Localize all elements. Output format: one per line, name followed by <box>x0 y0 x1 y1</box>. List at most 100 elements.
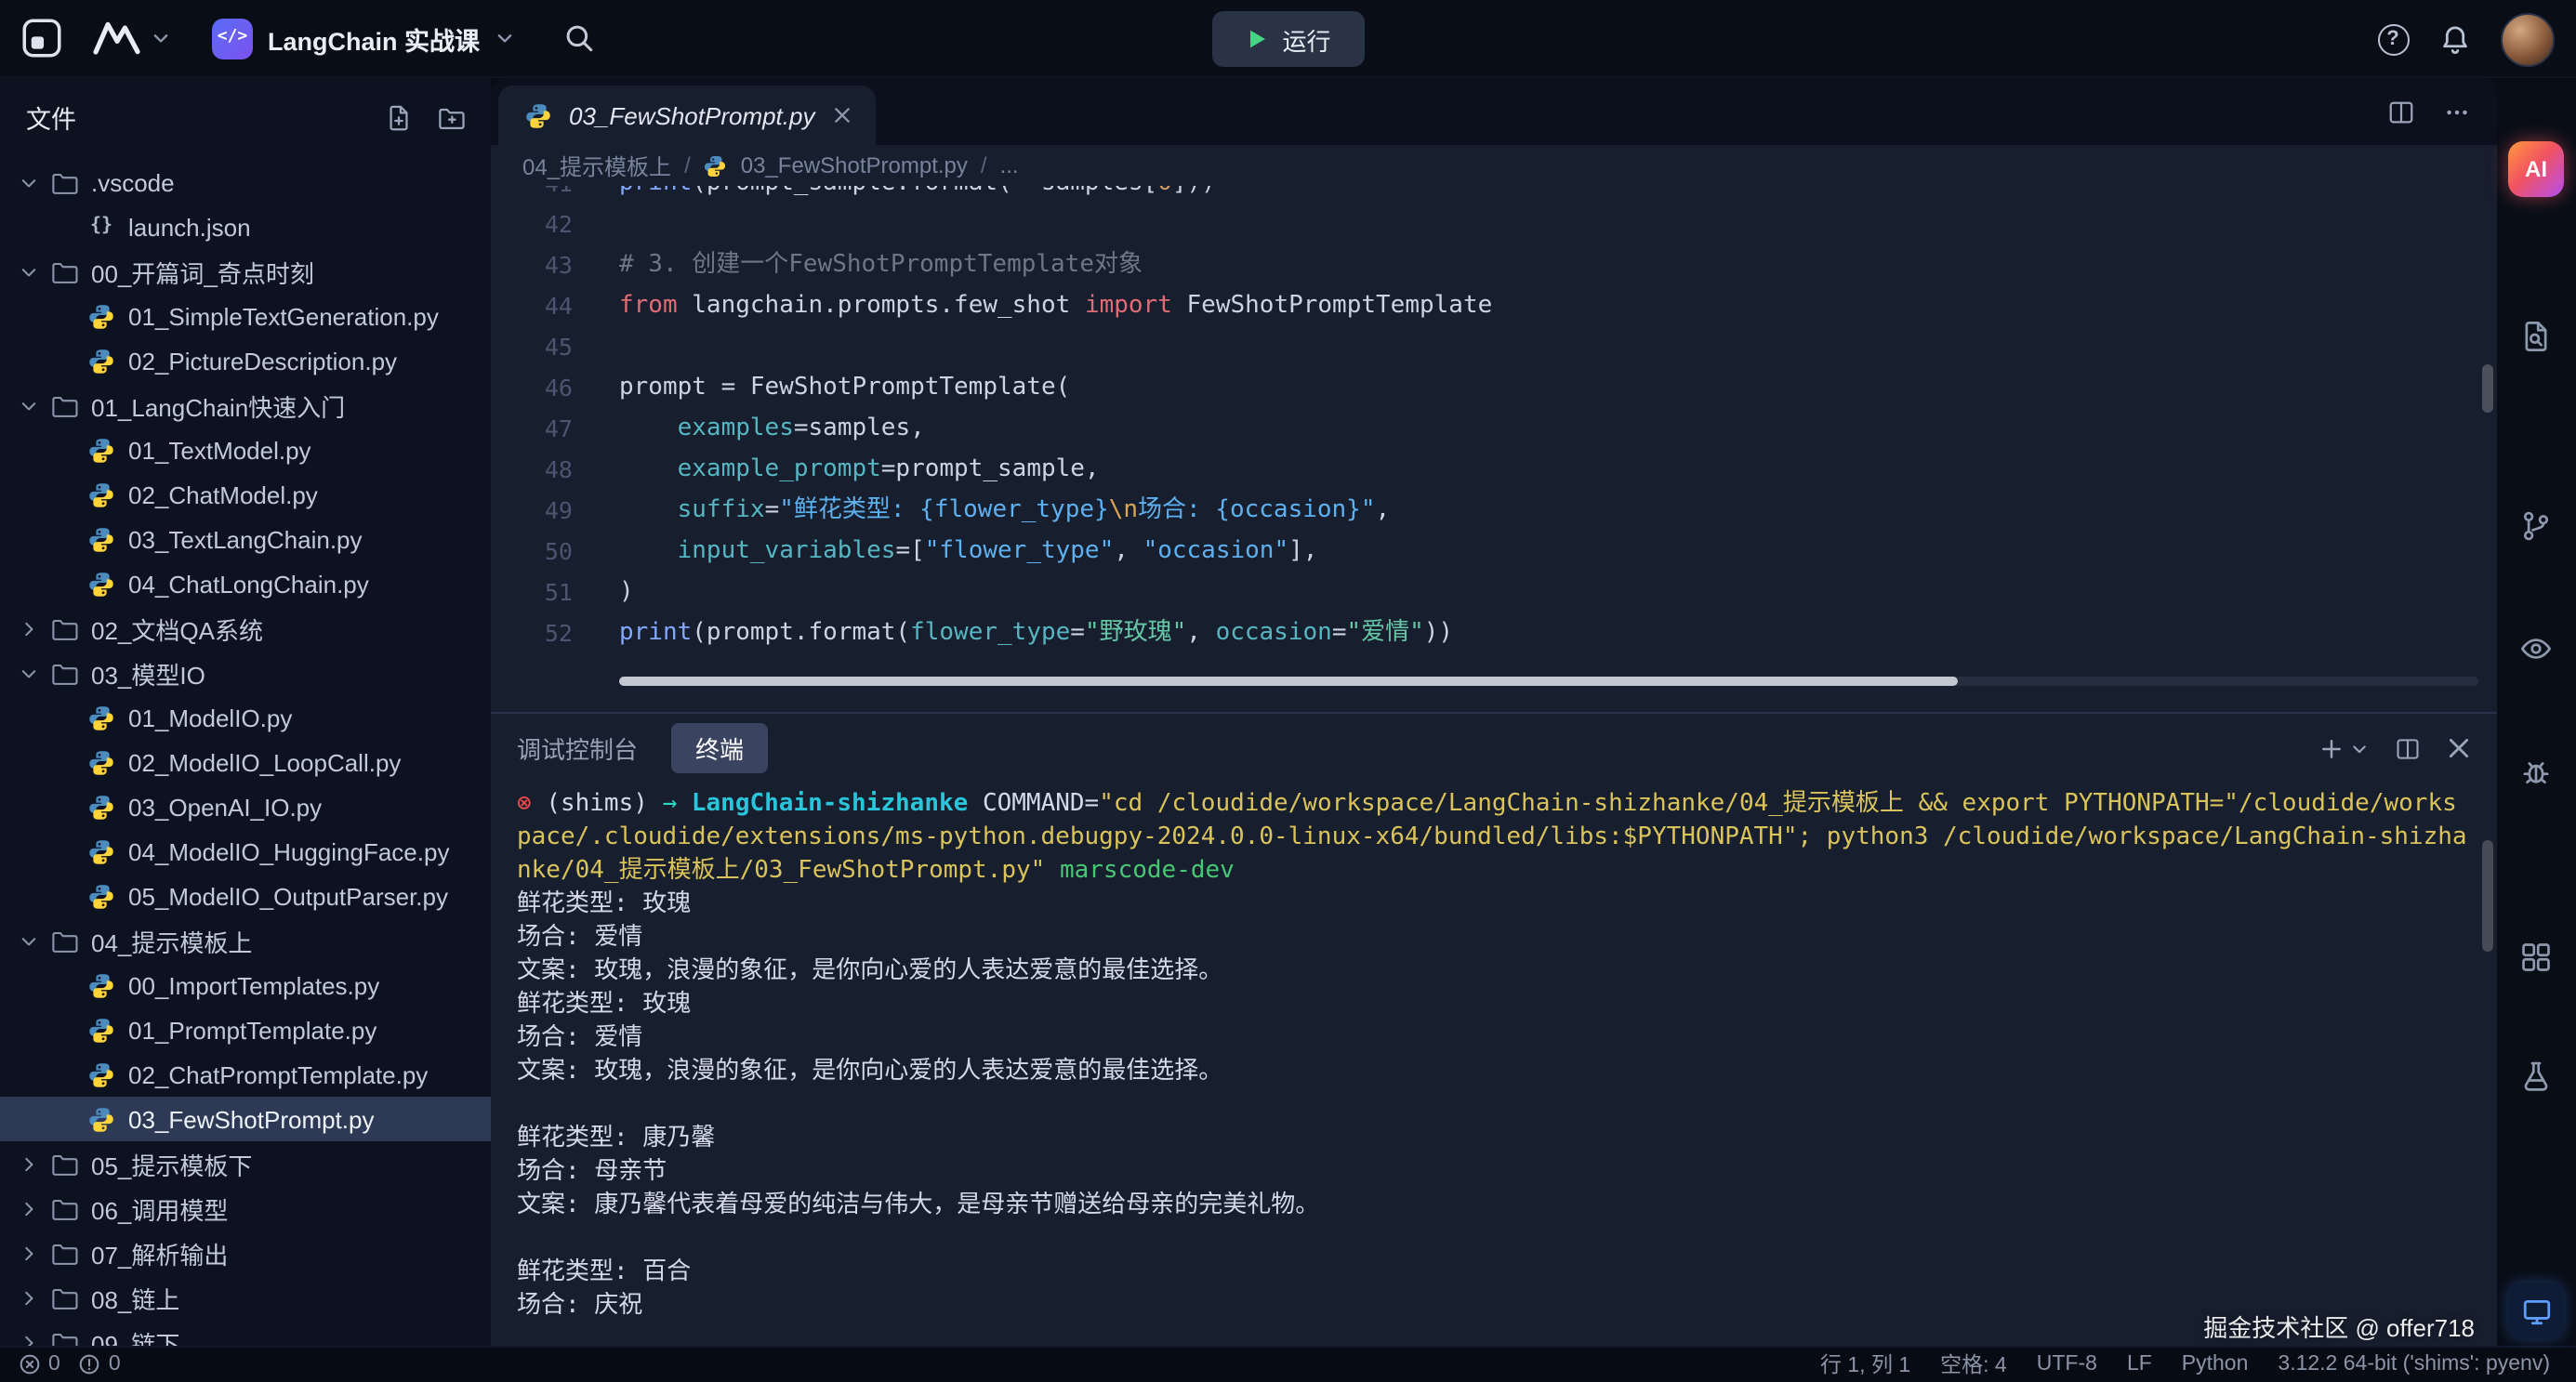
new-file-icon[interactable] <box>385 103 413 131</box>
run-button[interactable]: 运行 <box>1211 11 1364 67</box>
code-line[interactable]: 51) <box>491 573 2497 613</box>
extensions-icon[interactable] <box>2519 941 2553 974</box>
file-tree-item[interactable]: 03_OpenAI_IO.py <box>0 784 491 829</box>
editor-vertical-scrollbar[interactable] <box>2482 364 2493 413</box>
file-tree-item[interactable]: 02_ModelIO_LoopCall.py <box>0 740 491 784</box>
folder-tree-item[interactable]: 07_解析输出 <box>0 1231 491 1275</box>
code-line[interactable]: 49 suffix="鲜花类型: {flower_type}\n场合: {occ… <box>491 491 2497 532</box>
file-tree-item[interactable]: 04_ModelIO_HuggingFace.py <box>0 829 491 874</box>
folder-tree-item[interactable]: 02_文档QA系统 <box>0 606 491 651</box>
close-panel-icon[interactable] <box>2447 736 2471 760</box>
chevron-down-icon[interactable] <box>15 663 43 683</box>
code-line[interactable]: 42 <box>491 204 2497 245</box>
status-item[interactable]: 空格: 4 <box>1940 1349 2007 1379</box>
terminal-tab[interactable]: 调试控制台 <box>517 730 638 766</box>
file-tree-item[interactable]: 02_ChatPromptTemplate.py <box>0 1052 491 1097</box>
folder-tree-item[interactable]: 00_开篇词_奇点时刻 <box>0 249 491 294</box>
split-editor-icon[interactable] <box>2387 98 2415 125</box>
panel-layout-icon[interactable] <box>19 15 65 61</box>
play-icon <box>1245 28 1267 50</box>
eye-preview-icon[interactable] <box>2519 632 2553 665</box>
file-tree-item[interactable]: 02_ChatModel.py <box>0 472 491 517</box>
editor-tab[interactable]: 03_FewShotPrompt.py <box>498 86 876 145</box>
editor-horizontal-scrollbar[interactable] <box>619 676 2478 685</box>
chevron-down-icon[interactable] <box>15 930 43 951</box>
breadcrumb-item[interactable]: ... <box>1000 152 1019 178</box>
folder-tree-item[interactable]: .vscode <box>0 160 491 204</box>
file-tree-item[interactable]: 05_ModelIO_OutputParser.py <box>0 874 491 918</box>
folder-tree-item[interactable]: 05_提示模板下 <box>0 1141 491 1186</box>
file-tree-item[interactable]: 01_TextModel.py <box>0 428 491 472</box>
chevron-down-icon[interactable] <box>15 172 43 192</box>
folder-tree-item[interactable]: 08_链上 <box>0 1275 491 1320</box>
status-item[interactable]: UTF-8 <box>2037 1353 2097 1375</box>
terminal-line: 鲜花类型: 康乃馨 <box>517 1122 2467 1155</box>
help-icon[interactable]: ? <box>2377 23 2409 55</box>
git-branch-icon[interactable] <box>2519 509 2553 543</box>
chevron-right-icon[interactable] <box>15 1198 43 1218</box>
file-tree-item[interactable]: 01_SimpleTextGeneration.py <box>0 294 491 338</box>
chevron-right-icon[interactable] <box>15 1153 43 1174</box>
close-icon[interactable] <box>833 106 852 125</box>
folder-tree-item[interactable]: 09_链下 <box>0 1320 491 1345</box>
more-actions-icon[interactable] <box>2443 98 2471 125</box>
terminal-scrollbar[interactable] <box>2482 839 2493 951</box>
file-tree-item[interactable]: 03_TextLangChain.py <box>0 517 491 561</box>
terminal-tab[interactable]: 终端 <box>671 723 768 773</box>
folder-tree-item[interactable]: 06_调用模型 <box>0 1186 491 1231</box>
file-tree-item[interactable]: 01_PromptTemplate.py <box>0 1007 491 1052</box>
code-line[interactable]: 44from langchain.prompts.few_shot import… <box>491 286 2497 327</box>
workspace-logo-icon[interactable] <box>91 20 141 56</box>
remote-window-icon[interactable] <box>2508 1283 2564 1338</box>
problems-errors[interactable]: 0 <box>19 1353 60 1375</box>
breadcrumb-separator: / <box>684 152 691 178</box>
terminal-line <box>517 1222 2467 1256</box>
file-tree-item[interactable]: 04_ChatLongChain.py <box>0 561 491 606</box>
chevron-right-icon[interactable] <box>15 1332 43 1345</box>
new-folder-icon[interactable] <box>437 103 465 131</box>
folder-tree-item[interactable]: 03_模型IO <box>0 651 491 695</box>
avatar[interactable] <box>2500 12 2554 66</box>
status-item[interactable]: Python <box>2182 1353 2249 1375</box>
code-line[interactable]: 52print(prompt.format(flower_type="野玫瑰",… <box>491 613 2497 654</box>
chevron-right-icon[interactable] <box>15 1243 43 1263</box>
chevron-down-icon[interactable] <box>15 395 43 415</box>
file-tree-item[interactable]: 02_PictureDescription.py <box>0 338 491 383</box>
chevron-down-icon[interactable] <box>151 28 171 48</box>
file-tree-item[interactable]: {}launch.json <box>0 204 491 249</box>
code-line[interactable]: 43# 3. 创建一个FewShotPromptTemplate对象 <box>491 245 2497 286</box>
code-editor[interactable]: 41print(prompt_sample.format(**samples[0… <box>491 186 2497 711</box>
status-item[interactable]: 3.12.2 64-bit ('shims': pyenv) <box>2278 1353 2550 1375</box>
test-flask-icon[interactable] <box>2519 1060 2553 1093</box>
terminal-output[interactable]: ⊗ (shims) → LangChain-shizhanke COMMAND=… <box>491 783 2497 1345</box>
file-tree-item[interactable]: 00_ImportTemplates.py <box>0 963 491 1007</box>
breadcrumb-item[interactable]: 03_FewShotPrompt.py <box>741 152 968 178</box>
code-line[interactable]: 47 examples=samples, <box>491 409 2497 450</box>
file-tree-item[interactable]: 03_FewShotPrompt.py <box>0 1097 491 1141</box>
code-line[interactable]: 50 input_variables=["flower_type", "occa… <box>491 532 2497 573</box>
ai-assistant-icon[interactable]: AI <box>2508 141 2564 197</box>
code-line[interactable]: 41print(prompt_sample.format(**samples[0… <box>491 186 2497 204</box>
breadcrumb-item[interactable]: 04_提示模板上 <box>522 150 671 181</box>
code-line[interactable]: 45 <box>491 327 2497 368</box>
split-terminal-icon[interactable] <box>2395 735 2421 761</box>
folder-tree-item[interactable]: 01_LangChain快速入门 <box>0 383 491 428</box>
folder-tree-item[interactable]: 04_提示模板上 <box>0 918 491 963</box>
status-item[interactable]: LF <box>2127 1353 2152 1375</box>
code-line[interactable]: 48 example_prompt=prompt_sample, <box>491 450 2497 491</box>
problems-warnings[interactable]: 0 <box>79 1353 121 1375</box>
chevron-down-icon[interactable] <box>15 261 43 282</box>
code-line[interactable]: 46prompt = FewShotPromptTemplate( <box>491 368 2497 409</box>
bell-icon[interactable] <box>2438 23 2470 55</box>
status-item[interactable]: 行 1, 列 1 <box>1820 1349 1910 1379</box>
chevron-right-icon[interactable] <box>15 1287 43 1308</box>
file-tree[interactable]: .vscode{}launch.json00_开篇词_奇点时刻01_Simple… <box>0 156 491 1345</box>
bug-debug-icon[interactable] <box>2519 755 2553 788</box>
chevron-right-icon[interactable] <box>15 618 43 638</box>
project-switcher[interactable]: </> LangChain 实战课 <box>212 18 515 59</box>
new-terminal-icon[interactable] <box>2318 735 2369 761</box>
file-tree-item[interactable]: 01_ModelIO.py <box>0 695 491 740</box>
scrollbar-thumb[interactable] <box>619 676 1958 685</box>
file-search-icon[interactable] <box>2519 320 2553 353</box>
search-icon[interactable] <box>563 22 595 54</box>
